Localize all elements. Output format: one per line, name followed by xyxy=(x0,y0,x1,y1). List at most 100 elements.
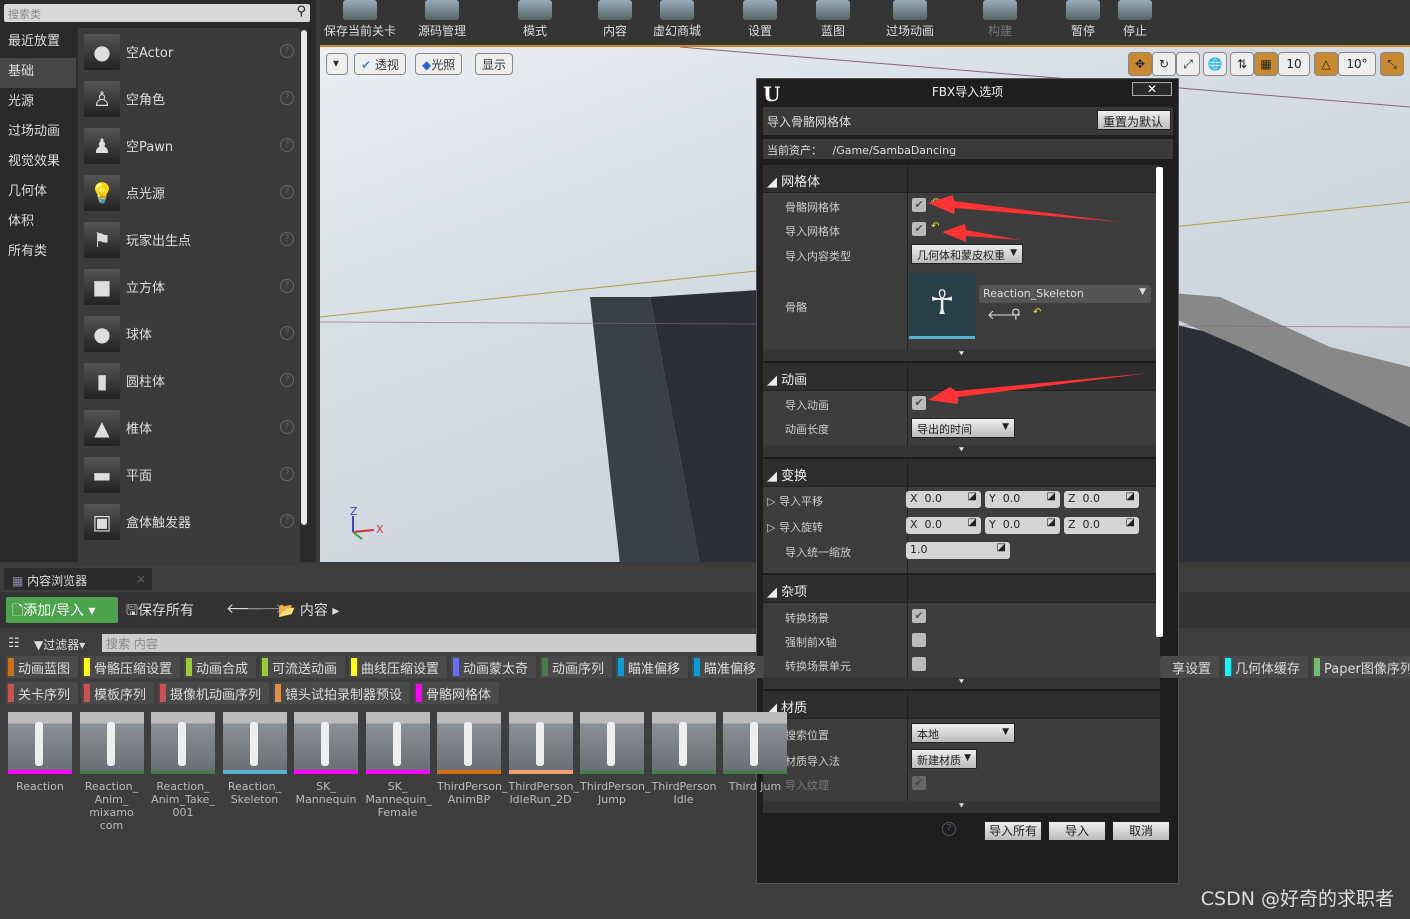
class-search-input[interactable]: 搜索类 ⚲ xyxy=(4,4,310,22)
prop-label[interactable]: ▷ 导入平移 xyxy=(767,493,823,509)
category-item[interactable]: 过场动画 xyxy=(0,118,76,148)
skeleton-thumbnail[interactable]: ☥ xyxy=(909,273,975,339)
add-import-button[interactable]: 🗋添加/导入 ▾ xyxy=(6,597,118,623)
actor-item[interactable]: ● 球体? xyxy=(78,310,300,357)
filter-tag[interactable]: 动画序列 xyxy=(540,656,612,678)
advanced-expand-icon[interactable]: ⯆ xyxy=(763,445,1160,457)
search-icon[interactable]: ⚲ xyxy=(296,4,306,19)
category-item[interactable]: 最近放置 xyxy=(0,28,76,58)
asset-tile[interactable]: Third Jum xyxy=(723,712,787,793)
category-item[interactable]: 光源 xyxy=(0,88,76,118)
actor-item[interactable]: ▮ 圆柱体? xyxy=(78,357,300,404)
reset-to-default-button[interactable]: 重置为默认 xyxy=(1097,110,1171,130)
asset-tile[interactable]: ThirdPerson_ Jump xyxy=(580,712,651,806)
filter-tag[interactable]: 动画蒙太奇 xyxy=(451,656,536,678)
translate-tool-icon[interactable]: ✥ xyxy=(1128,52,1152,76)
actor-item[interactable]: ■ 立方体? xyxy=(78,263,300,310)
advanced-expand-icon[interactable]: ⯆ xyxy=(763,677,1160,689)
filter-tag[interactable]: 模板序列 xyxy=(82,682,154,704)
help-icon[interactable]: ? xyxy=(280,44,294,58)
filter-tag[interactable]: 几何体缓存 xyxy=(1223,656,1308,678)
asset-tile[interactable]: Reaction_ Anim_ mixamo com xyxy=(79,712,144,832)
translation-x-input[interactable]: X 0.0 ◪ xyxy=(906,491,981,508)
import-animation-checkbox[interactable]: ✔ xyxy=(912,396,926,410)
help-icon[interactable]: ? xyxy=(280,91,294,105)
filter-tag[interactable]: Paper图像序列 xyxy=(1312,656,1410,678)
actor-item[interactable]: ▣ 盒体触发器? xyxy=(78,498,300,545)
help-icon[interactable]: ? xyxy=(942,822,956,836)
content-search-input[interactable]: 搜索 内容 xyxy=(102,634,762,652)
help-icon[interactable]: ? xyxy=(280,514,294,528)
tab-content-browser[interactable]: ▦ 内容浏览器 × xyxy=(4,568,152,590)
asset-tile[interactable]: Reaction_ Skeleton xyxy=(222,712,287,806)
filter-tag[interactable]: 摄像机动画序列 xyxy=(158,682,269,704)
section-header[interactable]: ◢ 变换 xyxy=(763,459,1160,487)
actor-item[interactable]: ♙ 空角色? xyxy=(78,75,300,122)
filter-tag[interactable]: 动画蓝图 xyxy=(6,656,78,678)
skeleton-picker[interactable]: Reaction_Skeleton ▼ xyxy=(979,285,1151,303)
reset-arrow-icon[interactable]: ↶ xyxy=(931,221,939,232)
world-local-icon[interactable]: 🌐 xyxy=(1203,52,1227,76)
viewport-options-button[interactable]: ▾ xyxy=(326,53,348,75)
dialog-scrollbar[interactable] xyxy=(1156,167,1163,637)
grid-snap-value[interactable]: 10 xyxy=(1278,52,1310,76)
import-all-button[interactable]: 导入所有 xyxy=(984,821,1042,841)
section-header[interactable]: ◢ 杂项 xyxy=(763,575,1160,603)
translation-y-input[interactable]: Y 0.0 ◪ xyxy=(985,491,1060,508)
asset-tile[interactable]: ThirdPerson_ IdleRun_2D xyxy=(508,712,579,806)
section-header[interactable]: ◢ 动画 xyxy=(763,363,1160,391)
skeletal-mesh-checkbox[interactable]: ✔ xyxy=(912,198,926,212)
actor-item[interactable]: ♟ 空Pawn? xyxy=(78,122,300,169)
toolbar-button[interactable]: 源码管理 xyxy=(402,0,482,39)
section-header[interactable]: ◢ 材质 xyxy=(763,691,1160,719)
filter-tag[interactable]: 动画合成 xyxy=(184,656,256,678)
filter-tag[interactable]: 瞄准偏移 xyxy=(692,656,764,678)
toolbar-button[interactable]: 虚幻商城 xyxy=(638,0,716,39)
rotation-snap-icon[interactable]: △ xyxy=(1314,52,1338,76)
content-type-dropdown[interactable]: 几何体和蒙皮权重 ▼ xyxy=(911,244,1023,264)
toolbar-button[interactable]: 内容 xyxy=(590,0,640,39)
toolbar-button[interactable]: 蓝图 xyxy=(808,0,858,39)
filter-tag[interactable]: 曲线压缩设置 xyxy=(349,656,447,678)
show-button[interactable]: 显示 xyxy=(475,53,514,75)
sources-toggle-icon[interactable]: ☷ xyxy=(8,636,20,651)
actor-item[interactable]: 💡 点光源? xyxy=(78,169,300,216)
toolbar-button[interactable]: 构建 xyxy=(960,0,1040,39)
material-import-method-dropdown[interactable]: 新建材质 ▼ xyxy=(911,749,977,769)
section-header[interactable]: ◢ 网格体 xyxy=(763,165,1160,193)
rotate-tool-icon[interactable]: ↻ xyxy=(1152,52,1176,76)
filter-tag[interactable]: 骨骼网格体 xyxy=(414,682,499,704)
help-icon[interactable]: ? xyxy=(280,279,294,293)
cancel-button[interactable]: 取消 xyxy=(1112,821,1170,841)
asset-tile[interactable]: SK_ Mannequin xyxy=(294,712,358,806)
path-breadcrumb[interactable]: 📂 内容 ▸ xyxy=(278,600,339,620)
toolbar-button[interactable]: 保存当前关卡 xyxy=(320,0,400,39)
help-icon[interactable]: ? xyxy=(280,232,294,246)
toolbar-button[interactable]: 模式 xyxy=(500,0,570,39)
asset-tile[interactable]: ThirdPerson_ AnimBP xyxy=(437,712,508,806)
lighting-button[interactable]: ◆光照 xyxy=(415,53,463,75)
toolbar-button[interactable]: 设置 xyxy=(720,0,800,39)
help-icon[interactable]: ? xyxy=(280,467,294,481)
browse-icon[interactable]: ⚲ xyxy=(1011,307,1021,322)
force-front-x-checkbox[interactable] xyxy=(912,633,926,647)
import-textures-checkbox[interactable]: ✔ xyxy=(912,776,926,790)
filter-tag[interactable]: 可流送动画 xyxy=(260,656,345,678)
filters-button[interactable]: ▼过滤器▾ xyxy=(34,636,85,653)
filter-tag[interactable]: 镜头试拍录制器预设 xyxy=(273,682,410,704)
close-button[interactable]: ✕ xyxy=(1132,82,1172,96)
scale-tool-icon[interactable]: ⤢ xyxy=(1176,52,1200,76)
uniform-scale-input[interactable]: 1.0 ◪ xyxy=(906,542,1010,559)
asset-tile[interactable]: Reaction_ Anim_Take_ 001 xyxy=(151,712,215,819)
advanced-expand-icon[interactable]: ⯆ xyxy=(763,349,1160,361)
rotation-z-input[interactable]: Z 0.0 ◪ xyxy=(1064,517,1139,534)
actor-item[interactable]: ▬ 平面? xyxy=(78,451,300,498)
help-icon[interactable]: ? xyxy=(280,420,294,434)
rotation-snap-value[interactable]: 10° xyxy=(1338,52,1376,76)
help-icon[interactable]: ? xyxy=(280,326,294,340)
rotation-y-input[interactable]: Y 0.0 ◪ xyxy=(985,517,1060,534)
advanced-expand-icon[interactable]: ⯆ xyxy=(763,801,1160,813)
filter-tag[interactable]: 享设置 xyxy=(1160,656,1219,678)
actor-item[interactable]: ▲ 椎体? xyxy=(78,404,300,451)
reset-arrow-icon[interactable]: ↶ xyxy=(1033,307,1041,318)
